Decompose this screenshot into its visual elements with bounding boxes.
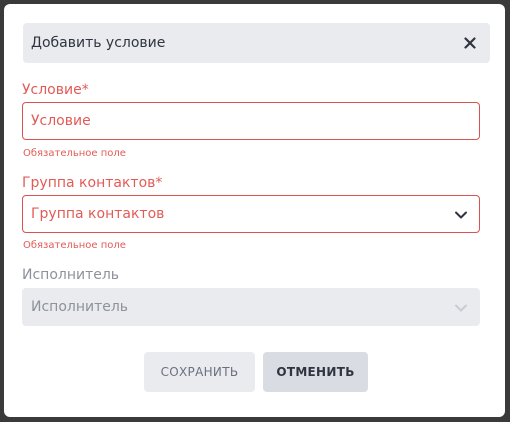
dialog-header: Добавить условие <box>23 23 490 63</box>
executor-select: Исполнитель <box>22 288 480 326</box>
contact-group-error-message: Обязательное поле <box>23 240 126 251</box>
condition-label: Условие* <box>22 82 89 98</box>
executor-label: Исполнитель <box>22 267 120 283</box>
save-button[interactable]: СОХРАНИТЬ <box>144 352 255 392</box>
condition-input[interactable] <box>23 103 479 139</box>
chevron-down-icon <box>455 211 467 219</box>
condition-field-wrapper <box>22 102 480 140</box>
contact-group-value: Группа контактов <box>31 206 165 222</box>
executor-value: Исполнитель <box>31 299 129 315</box>
contact-group-label: Группа контактов* <box>22 175 163 191</box>
add-condition-dialog: Добавить условие Условие* Обязательное п… <box>4 4 505 417</box>
close-icon[interactable] <box>460 33 480 53</box>
chevron-down-icon <box>455 304 467 312</box>
dialog-title: Добавить условие <box>31 35 166 51</box>
condition-error-message: Обязательное поле <box>23 148 126 159</box>
cancel-button[interactable]: ОТМЕНИТЬ <box>263 352 368 392</box>
contact-group-select[interactable]: Группа контактов <box>22 195 480 233</box>
